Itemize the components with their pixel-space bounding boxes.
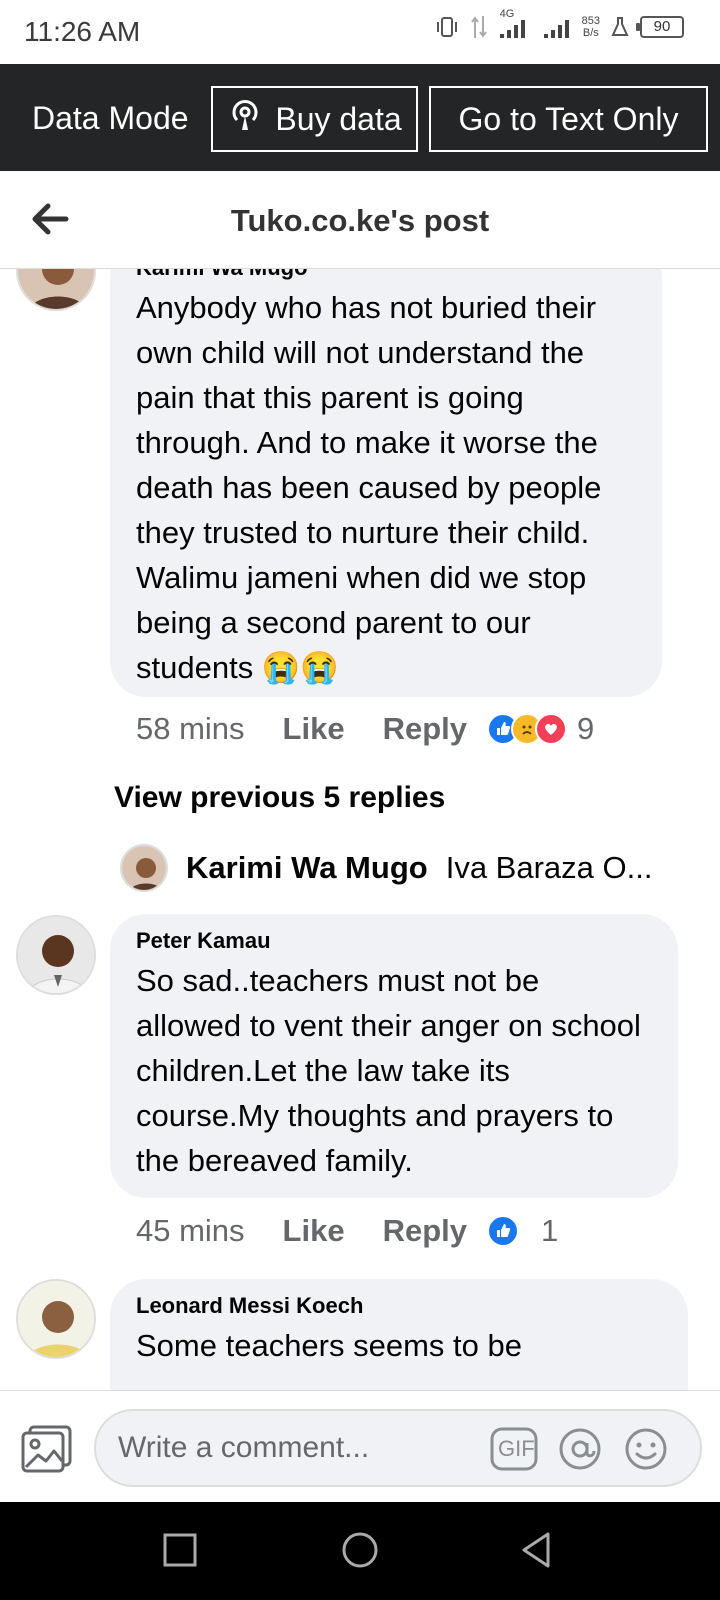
comment-text: So sad..teachers must not be allowed to … [136,963,641,1178]
comment-author[interactable]: Peter Kamau [136,928,652,954]
view-previous-replies[interactable]: View previous 5 replies [114,781,445,815]
flask-icon [610,16,630,38]
broadcast-icon [227,97,263,141]
comment-author[interactable]: Leonard Messi Koech [136,1293,662,1319]
status-bar: 11:26 AM 4G 853 B/s 90 [0,0,720,64]
like-button[interactable]: Like [283,711,345,747]
avatar[interactable] [16,915,96,995]
speed-value: 853 [581,15,600,27]
comment-input[interactable]: Write a comment... GIF [94,1409,702,1487]
reaction-count: 9 [577,711,595,746]
comment-text: Anybody who has not buried their own chi… [136,290,602,685]
comment-text: Some teachers seems to be [136,1328,522,1363]
comment-time[interactable]: 45 mins [136,1213,245,1249]
data-transfer-icon [470,14,488,40]
data-mode-label: Data Mode [32,100,189,136]
comment-composer: Write a comment... GIF [0,1390,720,1502]
mention-icon[interactable] [556,1427,604,1471]
comment-bubble[interactable]: Leonard Messi Koech Some teachers seems … [110,1279,688,1390]
reply-author: Karimi Wa Mugo [186,850,428,885]
comment-time[interactable]: 58 mins [136,711,245,747]
network-speed: 853 B/s [582,15,600,39]
like-reaction-icon [487,1215,519,1247]
page-title: Tuko.co.ke's post [230,203,490,238]
reply-button[interactable]: Reply [383,711,467,747]
data-mode-bar: Data Mode Buy data Go to Text Only [0,64,720,171]
recent-apps-icon[interactable] [160,1530,200,1570]
gif-icon[interactable]: GIF [490,1427,538,1471]
post-header: Tuko.co.ke's post [0,171,720,269]
navigation-bar [0,1502,720,1600]
network-type-label: 4G [499,8,515,20]
reply-button[interactable]: Reply [383,1213,467,1249]
reply-preview[interactable]: Karimi Wa Mugo Iva Baraza O... [120,844,652,892]
reactions[interactable]: 1 [487,1213,558,1249]
comment-author[interactable]: Karimi Wa Mugo [136,269,636,281]
comment-bubble[interactable]: Peter Kamau So sad..teachers must not be… [110,914,678,1198]
buy-data-button[interactable]: Buy data [211,86,418,152]
status-icons: 4G 853 B/s 90 [434,8,684,40]
buy-data-label: Buy data [275,100,402,137]
reaction-count: 1 [541,1213,559,1248]
back-icon[interactable] [516,1530,556,1570]
avatar[interactable] [16,1279,96,1359]
comment-bubble[interactable]: Karimi Wa Mugo Anybody who has not burie… [110,269,662,697]
comment-actions: 45 mins Like Reply 1 [136,1213,558,1249]
emoji-icon[interactable] [622,1427,670,1471]
comment-placeholder: Write a comment... [118,1431,370,1464]
love-reaction-icon [535,713,567,745]
photo-icon[interactable] [20,1423,74,1473]
status-time: 11:26 AM [24,16,141,47]
reply-snippet: Iva Baraza O... [445,850,653,885]
reactions[interactable]: 9 [487,711,594,747]
speed-unit: B/s [582,27,599,39]
battery-icon: 90 [636,16,684,38]
signal-4g-icon: 4G [498,8,532,40]
avatar[interactable] [120,844,168,892]
vibrate-icon [434,14,460,40]
home-icon[interactable] [340,1530,380,1570]
text-only-button[interactable]: Go to Text Only [429,86,708,152]
gif-label: GIF [498,1436,535,1461]
signal-icon [542,14,572,40]
comments-list[interactable]: Karimi Wa Mugo Anybody who has not burie… [0,269,720,1390]
like-button[interactable]: Like [283,1213,345,1249]
comment-actions: 58 mins Like Reply 9 [136,711,594,747]
avatar[interactable] [16,269,96,311]
